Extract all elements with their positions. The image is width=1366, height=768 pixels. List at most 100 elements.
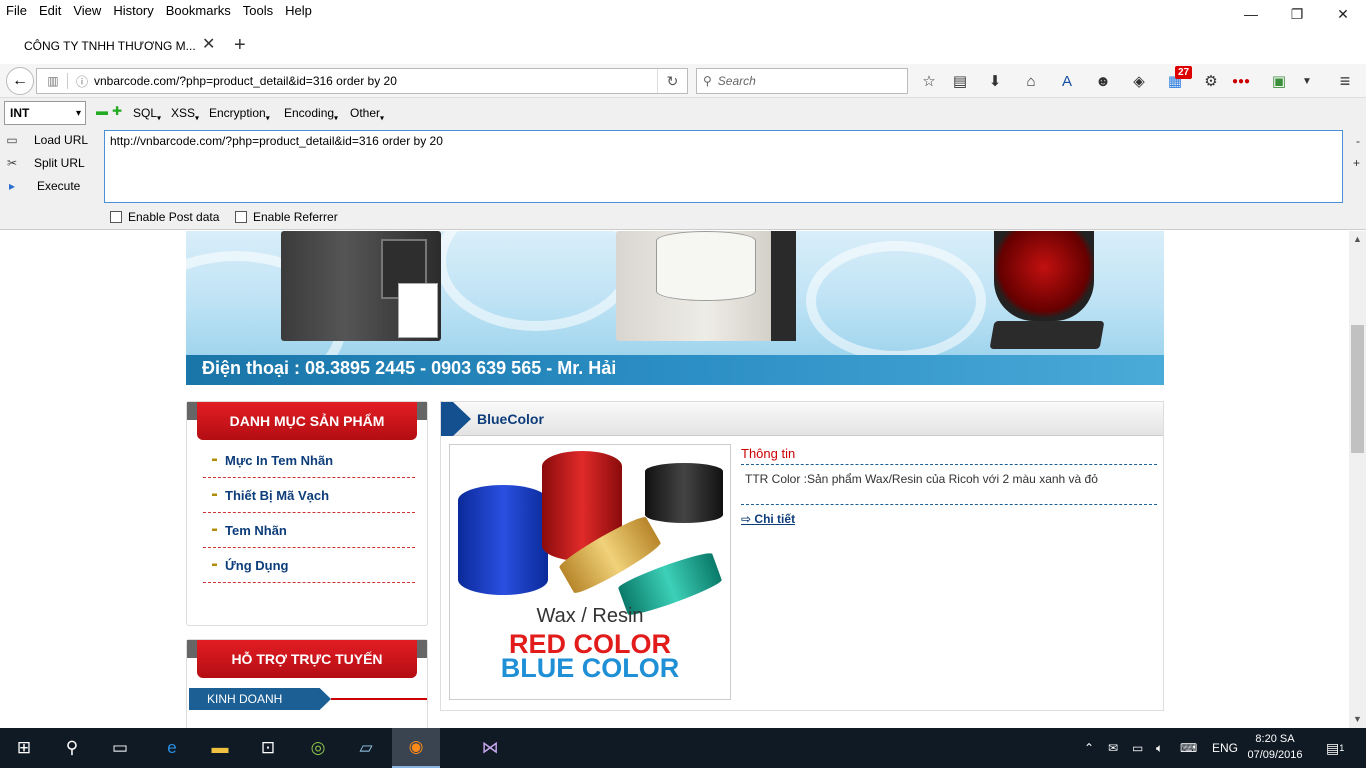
minimize-icon[interactable]: — <box>1228 0 1274 28</box>
chevron-down-icon[interactable]: ▼ <box>1296 70 1318 92</box>
encryption-menu[interactable]: Encryption▾ <box>209 106 270 122</box>
category-item[interactable]: ▪▪ Mực In Tem Nhãn <box>203 444 415 478</box>
decrease-icon[interactable]: ▬ <box>96 105 108 117</box>
reading-list-icon[interactable]: ▤ <box>949 70 971 92</box>
window-close-icon[interactable]: ✕ <box>1320 0 1366 28</box>
banner-swirl <box>806 241 986 361</box>
encoding-menu[interactable]: Encoding▾ <box>284 106 338 122</box>
split-url-button[interactable]: ✂ Split URL <box>0 152 85 174</box>
show-hidden-icons-icon[interactable]: ⌃ <box>1084 728 1094 768</box>
enable-referrer-checkbox[interactable]: Enable Referrer <box>235 210 338 224</box>
other-menu[interactable]: Other▾ <box>350 106 384 122</box>
sql-menu[interactable]: SQL▾ <box>133 106 161 122</box>
menu-history[interactable]: History <box>107 0 159 22</box>
search-icon[interactable]: ⚲ <box>48 728 96 768</box>
keyboard-icon[interactable]: ⌨ <box>1180 728 1197 768</box>
addon-badge: 27 <box>1175 66 1193 79</box>
menu-file[interactable]: File <box>0 0 33 22</box>
back-button[interactable]: ← <box>6 67 34 95</box>
hackbar-url-textarea[interactable]: http://vnbarcode.com/?php=product_detail… <box>104 130 1343 203</box>
menu-tools[interactable]: Tools <box>237 0 279 22</box>
home-icon[interactable]: ⌂ <box>1020 70 1042 92</box>
app-icon[interactable]: ▱ <box>342 728 390 768</box>
grow-textarea-button[interactable]: + <box>1353 156 1360 170</box>
category-item[interactable]: ▪▪ Tem Nhãn <box>203 514 415 548</box>
tab-current[interactable]: CÔNG TY TNHH THƯƠNG M... ✕ <box>8 28 226 64</box>
tab-close-icon[interactable]: ✕ <box>202 37 216 53</box>
category-item[interactable]: ▪▪ Thiết Bị Mã Vạch <box>203 479 415 513</box>
addon-seo-icon[interactable]: ▣ <box>1268 70 1290 92</box>
increase-icon[interactable]: ✚ <box>112 105 122 117</box>
search-input[interactable]: ⚲ Search <box>696 68 908 94</box>
scroll-down-icon[interactable]: ▼ <box>1349 711 1366 728</box>
windows-taskbar: ⊞ ⚲ ▭ e ▬ ⊡ ◎ ▱ ◉ ⋈ ⌃ ✉ ▭ 🔈︎ ⌨ ENG 8:20 … <box>0 728 1366 768</box>
header-tab-left <box>187 640 197 658</box>
menu-bookmarks[interactable]: Bookmarks <box>160 0 237 22</box>
enable-post-label: Enable Post data <box>128 210 220 224</box>
xss-menu[interactable]: XSS▾ <box>171 106 199 122</box>
notification-count: 1 <box>1339 743 1345 753</box>
windows-start-icon[interactable]: ⊞ <box>0 728 48 768</box>
file-explorer-icon[interactable]: ▬ <box>196 728 244 768</box>
industrial-printer-image <box>616 231 796 341</box>
url-separator <box>67 73 68 89</box>
tray-app-icon[interactable]: ✉ <box>1108 728 1118 768</box>
network-icon[interactable]: ▭ <box>1132 728 1143 768</box>
enable-post-checkbox[interactable]: Enable Post data <box>110 210 219 224</box>
hamburger-menu-icon[interactable]: ≡ <box>1334 70 1356 92</box>
load-url-icon: ▭ <box>6 133 18 147</box>
clock[interactable]: 8:20 SA 07/09/2016 <box>1240 731 1310 763</box>
enable-referrer-label: Enable Referrer <box>253 210 338 224</box>
encoding-menu-label: Encoding <box>284 106 335 120</box>
language-indicator[interactable]: ENG <box>1212 728 1238 768</box>
notification-icon[interactable]: ▤ 1 <box>1326 728 1344 768</box>
scissors-icon: ✂ <box>6 156 18 170</box>
url-text[interactable]: vnbarcode.com/?php=product_detail&id=316… <box>92 74 657 88</box>
url-bar[interactable]: ▥ ⓘ vnbarcode.com/?php=product_detail&id… <box>36 68 688 94</box>
translate-icon[interactable]: A <box>1056 70 1078 92</box>
edge-icon[interactable]: e <box>148 728 196 768</box>
addon-dots-icon[interactable]: ●●● <box>1230 70 1252 92</box>
screen: File Edit View History Bookmarks Tools H… <box>0 0 1366 768</box>
restore-icon[interactable]: ❐ <box>1274 0 1320 28</box>
volume-icon[interactable]: 🔈︎ <box>1156 728 1163 768</box>
scroll-thumb[interactable] <box>1351 325 1364 453</box>
search-icon: ⚲ <box>703 74 712 88</box>
shrink-textarea-button[interactable]: - <box>1356 134 1360 148</box>
addon-gear-icon[interactable]: ⚙ <box>1200 70 1222 92</box>
library-icon[interactable]: ▥ <box>43 74 63 88</box>
image-caption-blue: BLUE COLOR <box>500 653 680 683</box>
app-icon[interactable]: ◎ <box>294 728 342 768</box>
execute-label: Execute <box>37 179 81 193</box>
new-tab-icon[interactable]: + <box>234 35 252 56</box>
pocket-icon[interactable]: ◈ <box>1128 70 1150 92</box>
bookmark-star-icon[interactable]: ☆ <box>918 70 940 92</box>
product-image[interactable]: Wax / Resin RED COLOR BLUE COLOR <box>449 444 731 700</box>
menu-help[interactable]: Help <box>279 0 318 22</box>
chat-icon[interactable]: ☻ <box>1092 70 1114 92</box>
category-item[interactable]: ▪▪ Ứng Dụng <box>203 549 415 583</box>
menu-edit[interactable]: Edit <box>33 0 67 22</box>
page-scrollbar[interactable]: ▲ ▼ <box>1349 231 1366 728</box>
firefox-icon[interactable]: ◉ <box>392 728 440 768</box>
task-view-icon[interactable]: ▭ <box>96 728 144 768</box>
execute-button[interactable]: ▸ Execute <box>0 175 80 197</box>
int-select[interactable]: INT ▾ <box>4 101 86 125</box>
category-item-label: Ứng Dụng <box>225 558 289 573</box>
navigation-toolbar: ← ▥ ⓘ vnbarcode.com/?php=product_detail&… <box>0 64 1366 98</box>
app-icon[interactable]: ⋈ <box>466 728 514 768</box>
site-info-icon[interactable]: ⓘ <box>72 73 92 90</box>
bullet-icon: ▪▪ <box>211 560 217 571</box>
menu-view[interactable]: View <box>67 0 107 22</box>
category-title: DANH MỤC SẢN PHẨM <box>197 402 417 440</box>
reload-icon[interactable]: ↻ <box>657 69 687 93</box>
load-url-label: Load URL <box>34 133 89 147</box>
detail-link[interactable]: ⇨ Chi tiết <box>741 512 795 526</box>
support-tab-sales[interactable]: KINH DOANH <box>189 688 331 710</box>
scroll-up-icon[interactable]: ▲ <box>1349 231 1366 248</box>
barcode-label-image <box>398 283 438 338</box>
download-icon[interactable]: ⬇ <box>984 70 1006 92</box>
product-title: BlueColor <box>477 411 544 427</box>
store-icon[interactable]: ⊡ <box>244 728 292 768</box>
load-url-button[interactable]: ▭ Load URL <box>0 129 88 151</box>
